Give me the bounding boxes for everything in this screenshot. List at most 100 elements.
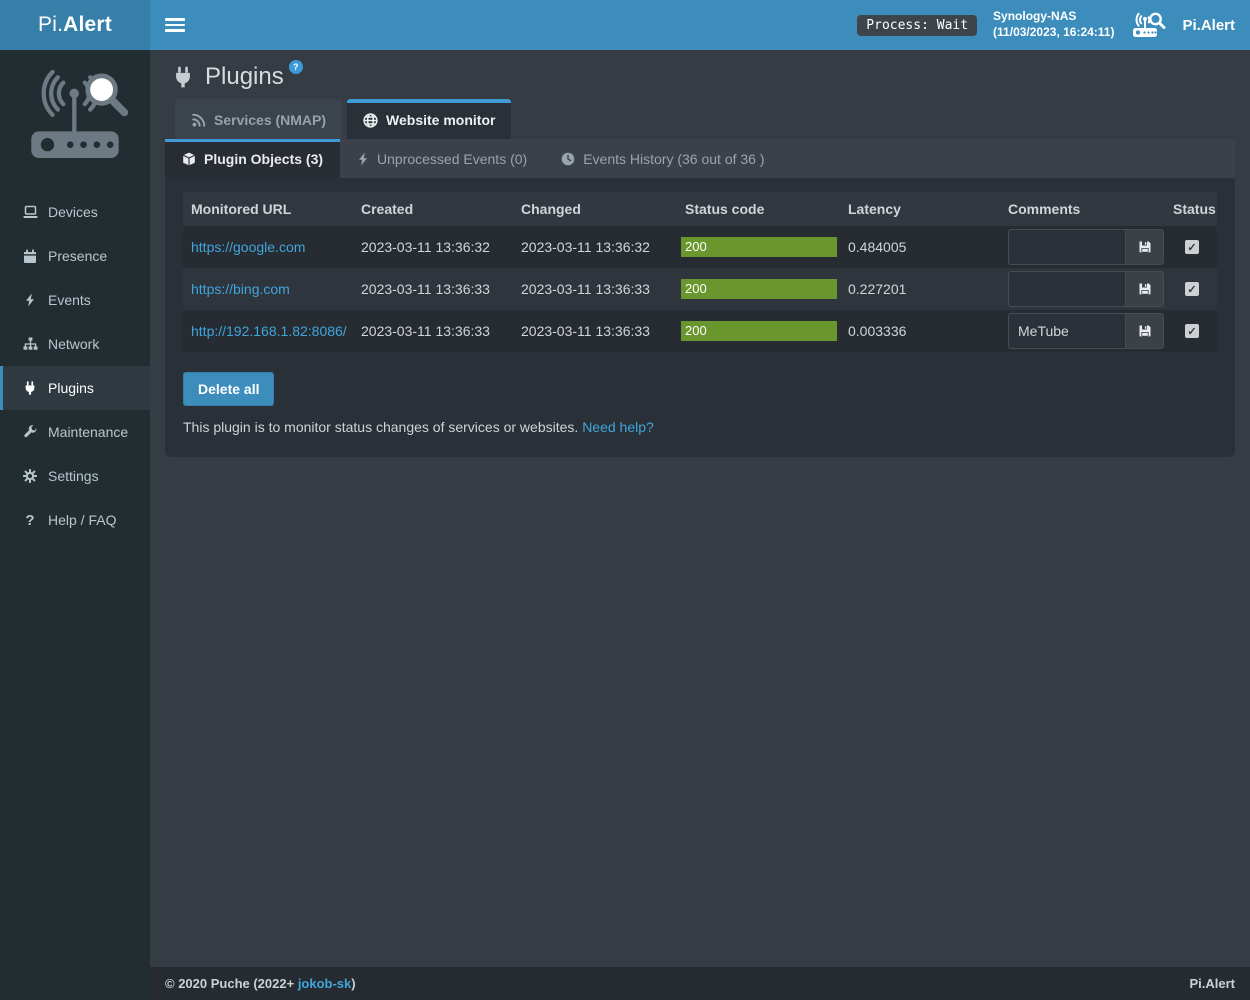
sidebar-item-events[interactable]: Events [0, 278, 150, 322]
status-checkbox[interactable]: ✓ [1185, 282, 1199, 296]
sidebar-item-label: Maintenance [48, 424, 128, 440]
hamburger-icon[interactable] [165, 18, 185, 32]
help-badge[interactable]: ? [289, 60, 303, 74]
clock-icon [561, 152, 575, 166]
cube-icon [182, 152, 196, 166]
latency-value: 0.227201 [840, 268, 1000, 310]
tab-services-nmap[interactable]: Services (NMAP) [175, 99, 342, 139]
brand-logo[interactable]: Pi.Alert [0, 0, 150, 50]
bolt-icon [22, 293, 38, 307]
question-icon: ? [22, 512, 38, 529]
save-comment-button[interactable] [1125, 271, 1164, 307]
sidebar-item-presence[interactable]: Presence [0, 234, 150, 278]
sidebar-item-label: Events [48, 292, 91, 308]
app-name[interactable]: Pi.Alert [1182, 17, 1235, 34]
table-row: https://google.com 2023-03-11 13:36:32 2… [183, 226, 1217, 268]
footer-author-link[interactable]: jokob-sk [298, 976, 351, 991]
plug-icon [172, 65, 194, 89]
status-code-badge: 200 [681, 321, 837, 341]
sidebar-item-help-faq[interactable]: ? Help / FAQ [0, 498, 150, 542]
monitored-url-link[interactable]: https://google.com [191, 239, 305, 255]
plug-icon [22, 381, 38, 395]
monitored-url-link[interactable]: http://192.168.1.82:8086/ [191, 323, 347, 339]
floppy-save-icon [1138, 282, 1152, 296]
col-changed: Changed [513, 192, 677, 226]
router-search-icon [1130, 12, 1166, 39]
save-comment-button[interactable] [1125, 229, 1164, 265]
process-status-badge: Process: Wait [857, 15, 977, 36]
col-latency: Latency [840, 192, 1000, 226]
col-monitored-url: Monitored URL [183, 192, 353, 226]
sidebar-item-settings[interactable]: Settings [0, 454, 150, 498]
sidebar-item-maintenance[interactable]: Maintenance [0, 410, 150, 454]
tab-label: Services (NMAP) [214, 112, 326, 128]
globe-icon [363, 113, 378, 128]
comment-input-group [1008, 229, 1164, 265]
comment-input-group [1008, 313, 1164, 349]
changed-value: 2023-03-11 13:36:33 [513, 268, 677, 310]
created-value: 2023-03-11 13:36:33 [353, 268, 513, 310]
created-value: 2023-03-11 13:36:32 [353, 226, 513, 268]
laptop-icon [22, 205, 38, 219]
plugin-inner-tabs: Plugin Objects (3) Unprocessed Events (0… [165, 139, 1235, 178]
content-header: Plugins ? [150, 50, 1250, 91]
sidebar-item-label: Devices [48, 204, 98, 220]
footer: © 2020 Puche (2022+ jokob-sk) Pi.Alert [150, 967, 1250, 1000]
tab-unprocessed-events[interactable]: Unprocessed Events (0) [340, 139, 544, 178]
comment-input[interactable] [1008, 271, 1125, 307]
tab-events-history[interactable]: Events History (36 out of 36 ) [544, 139, 781, 178]
navbar: Process: Wait Synology-NAS (11/03/2023, … [150, 0, 1250, 50]
host-info: Synology-NAS (11/03/2023, 16:24:11) [993, 9, 1114, 40]
col-status-code: Status code [677, 192, 840, 226]
created-value: 2023-03-11 13:36:33 [353, 310, 513, 352]
latency-value: 0.003336 [840, 310, 1000, 352]
footer-app-name: Pi.Alert [1189, 976, 1235, 991]
sitemap-icon [22, 337, 38, 351]
wrench-icon [22, 425, 38, 439]
sidebar-item-plugins[interactable]: Plugins [0, 366, 150, 410]
plugin-description: This plugin is to monitor status changes… [183, 419, 1217, 435]
tab-website-monitor[interactable]: Website monitor [347, 99, 511, 139]
need-help-link[interactable]: Need help? [582, 419, 654, 435]
sidebar-item-network[interactable]: Network [0, 322, 150, 366]
sidebar-item-label: Presence [48, 248, 107, 264]
router-search-logo [0, 50, 150, 190]
host-time: (11/03/2023, 16:24:11) [993, 25, 1114, 41]
comment-input[interactable] [1008, 313, 1125, 349]
save-comment-button[interactable] [1125, 313, 1164, 349]
status-checkbox[interactable]: ✓ [1185, 240, 1199, 254]
tab-label: Website monitor [386, 112, 495, 128]
tab-label: Plugin Objects (3) [204, 151, 323, 167]
footer-copyright-suffix: ) [351, 976, 355, 991]
col-created: Created [353, 192, 513, 226]
status-code-badge: 200 [681, 237, 837, 257]
monitored-url-link[interactable]: https://bing.com [191, 281, 290, 297]
col-comments: Comments [1000, 192, 1165, 226]
gear-icon [22, 469, 38, 483]
floppy-save-icon [1138, 324, 1152, 338]
content-area: Plugins ? Services (NMAP) Website monito… [150, 50, 1250, 967]
page-title: Plugins ? [172, 63, 309, 91]
page-title-text: Plugins [205, 63, 284, 91]
sidebar-item-label: Plugins [48, 380, 94, 396]
sidebar-item-label: Help / FAQ [48, 512, 116, 528]
tab-label: Unprocessed Events (0) [377, 151, 527, 167]
navbar-right: Process: Wait Synology-NAS (11/03/2023, … [857, 9, 1235, 40]
comment-input-group [1008, 271, 1164, 307]
status-code-badge: 200 [681, 279, 837, 299]
table-header-row: Monitored URL Created Changed Status cod… [183, 192, 1217, 226]
floppy-save-icon [1138, 240, 1152, 254]
sidebar-item-devices[interactable]: Devices [0, 190, 150, 234]
delete-all-button[interactable]: Delete all [183, 372, 274, 406]
plugin-type-tabs: Services (NMAP) Website monitor [165, 99, 1235, 139]
changed-value: 2023-03-11 13:36:32 [513, 226, 677, 268]
changed-value: 2023-03-11 13:36:33 [513, 310, 677, 352]
comment-input[interactable] [1008, 229, 1125, 265]
plugin-objects-content: Monitored URL Created Changed Status cod… [165, 178, 1235, 457]
plugin-panel: Plugin Objects (3) Unprocessed Events (0… [165, 139, 1235, 457]
bolt-icon [357, 152, 369, 166]
tab-plugin-objects[interactable]: Plugin Objects (3) [165, 139, 340, 178]
footer-copyright-prefix: © 2020 Puche (2022+ [165, 976, 298, 991]
signal-icon [191, 113, 206, 128]
status-checkbox[interactable]: ✓ [1185, 324, 1199, 338]
